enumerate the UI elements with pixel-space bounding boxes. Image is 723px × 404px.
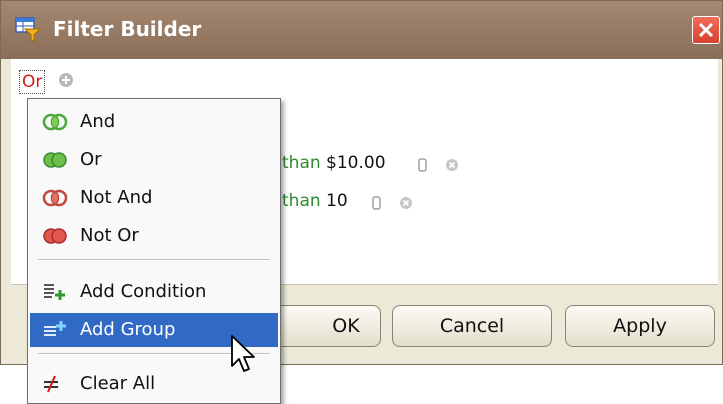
root-group-operator[interactable]: Or [19,70,46,94]
window-title: Filter Builder [53,17,202,41]
close-button[interactable] [692,16,720,44]
condition-value[interactable]: 10 [326,191,348,211]
add-group-icon [44,321,66,336]
menu-item-label: Add Condition [80,281,207,302]
filter-builder-icon [15,17,41,42]
value-editor-icon[interactable] [370,196,384,210]
condition-value[interactable]: $10.00 [326,153,385,173]
menu-item-and[interactable]: And [30,105,278,139]
menu-item-or[interactable]: Or [30,143,278,177]
menu-item-label: Or [80,149,102,170]
menu-item-label: Add Group [80,319,176,340]
condition-row: than 10 [282,190,348,212]
value-editor-icon[interactable] [416,158,430,172]
condition-operator[interactable]: than [282,191,321,211]
or-group-icon [43,152,67,168]
menu-item-label: Clear All [80,373,156,394]
add-condition-icon [44,284,65,300]
clear-all-icon [44,375,58,393]
mouse-pointer-icon [231,335,255,372]
not-and-group-icon [42,189,68,207]
menu-item-label: And [80,111,116,132]
not-or-group-icon [43,228,67,244]
close-icon [698,22,714,38]
add-plus-icon[interactable] [58,72,74,88]
condition-row: than $10.00 [282,152,386,174]
menu-item-add-condition[interactable]: Add Condition [30,275,278,309]
menu-separator [38,259,270,261]
menu-item-label: Not Or [80,225,139,246]
menu-item-not-and[interactable]: Not And [30,181,278,215]
menu-item-label: Not And [80,187,153,208]
apply-button[interactable]: Apply [565,305,715,347]
remove-condition-icon[interactable] [399,196,413,210]
and-group-icon [42,113,68,131]
menu-item-not-or[interactable]: Not Or [30,219,278,253]
title-bar[interactable]: Filter Builder [1,1,722,59]
condition-operator[interactable]: than [282,153,321,173]
remove-condition-icon[interactable] [445,158,459,172]
cancel-button[interactable]: Cancel [392,305,552,347]
